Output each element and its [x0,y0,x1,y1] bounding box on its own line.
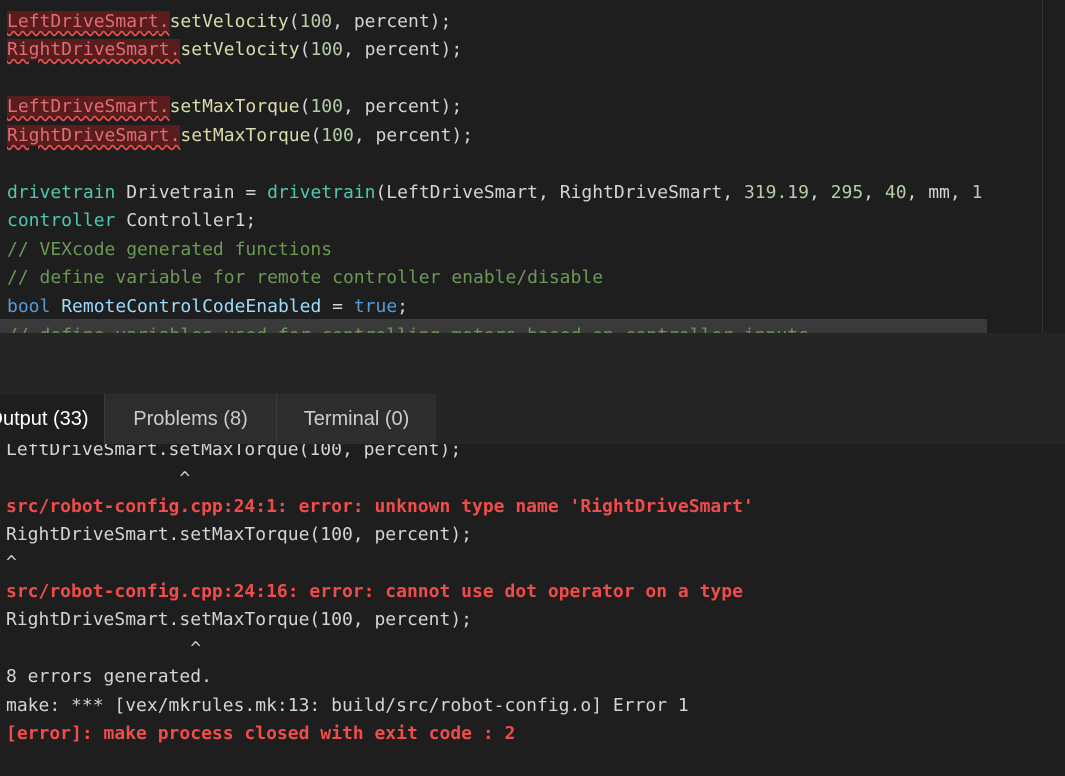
code-line: LeftDriveSmart.setMaxTorque(100, percent… [7,96,463,117]
output-line: RightDriveSmart.setMaxTorque(100, percen… [6,524,472,545]
code-line: bool RemoteControlCodeEnabled = true; [7,296,409,317]
output-error-line: src/robot-config.cpp:24:1: error: unknow… [6,496,754,517]
code-comment: // define variable for remote controller… [7,267,604,288]
output-line: ^ [6,468,191,489]
panel-divider[interactable] [0,333,1065,394]
output-line: RightDriveSmart.setMaxTorque(100, percen… [6,609,472,630]
code-editor[interactable]: LeftDriveSmart.setVelocity(100, percent)… [0,0,1065,333]
code-comment: // VEXcode generated functions [7,239,333,260]
output-error-line: src/robot-config.cpp:24:16: error: canno… [6,581,743,602]
output-line: ^ [6,552,17,573]
output-panel[interactable]: LeftDriveSmart.setMaxTorque(100, percent… [0,444,1065,776]
tab-output[interactable]: Output (33) [0,394,104,444]
output-line: 8 errors generated. [6,666,212,687]
panel-tab-bar: Output (33) Problems (8) Terminal (0) [0,394,1065,445]
code-line: RightDriveSmart.setMaxTorque(100, percen… [7,125,474,146]
current-line-highlight: // define variables used for controlling… [0,319,987,333]
code-comment: // define variables used for controlling… [7,322,809,333]
output-line: make: *** [vex/mkrules.mk:13: build/src/… [6,695,689,716]
error-identifier[interactable]: RightDriveSmart [7,125,170,146]
output-error-line: [error]: make process closed with exit c… [6,723,516,744]
code-line: controller Controller1; [7,210,257,231]
tab-problems[interactable]: Problems (8) [104,394,276,444]
error-identifier[interactable]: LeftDriveSmart [7,11,159,32]
code-line: LeftDriveSmart.setVelocity(100, percent)… [7,11,452,32]
code-line: drivetrain Drivetrain = drivetrain(LeftD… [7,182,983,203]
tab-terminal[interactable]: Terminal (0) [276,394,436,444]
code-line: RightDriveSmart.setVelocity(100, percent… [7,39,463,60]
output-line: ^ [6,638,202,659]
output-line: LeftDriveSmart.setMaxTorque(100, percent… [6,444,462,460]
error-identifier[interactable]: RightDriveSmart [7,39,170,60]
editor-scrollbar[interactable] [1042,0,1065,333]
error-identifier[interactable]: LeftDriveSmart [7,96,159,117]
